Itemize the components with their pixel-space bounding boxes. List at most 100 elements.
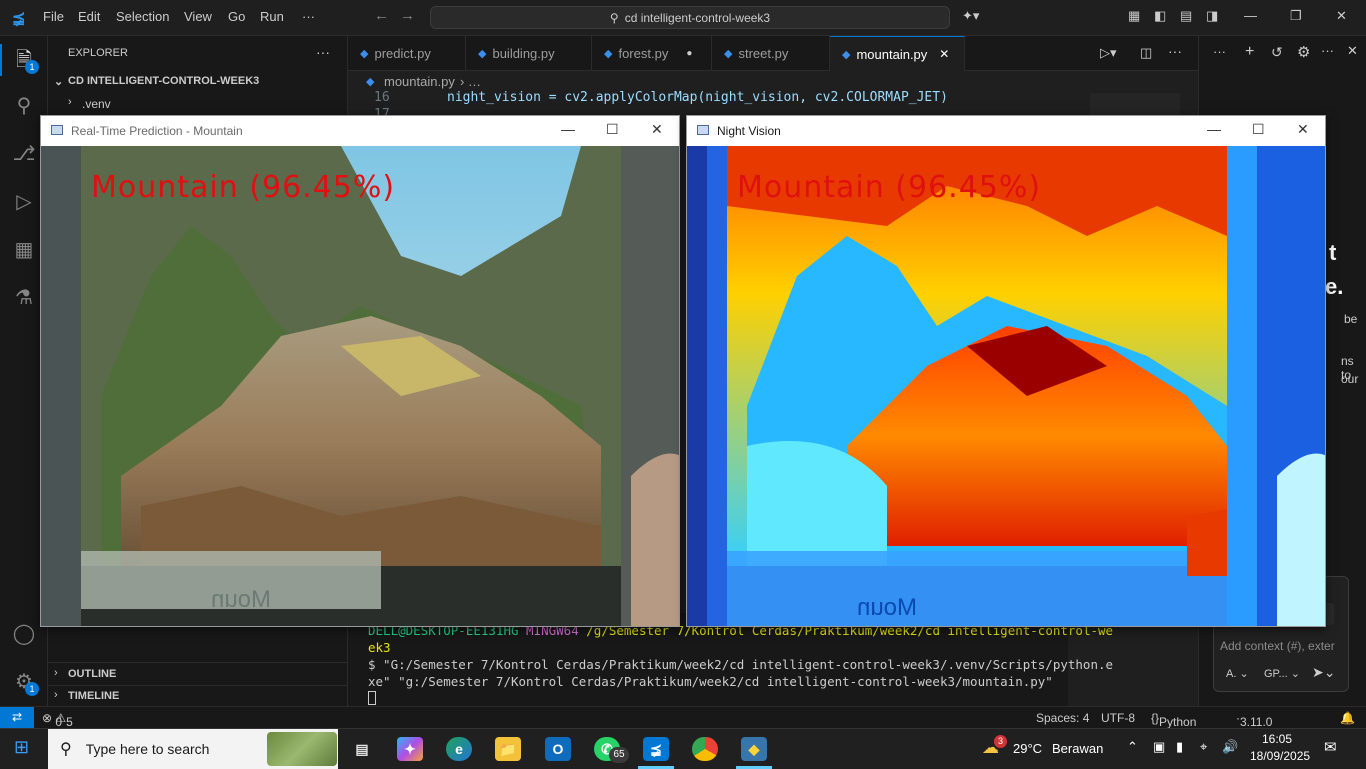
taskbar-search-placeholder[interactable]: Type here to search: [86, 741, 210, 757]
menu-edit[interactable]: Edit: [78, 9, 100, 24]
tab-close-icon[interactable]: ✕: [939, 47, 949, 61]
file-explorer-icon[interactable]: 📁: [495, 737, 521, 761]
explorer-more-icon[interactable]: ···: [316, 44, 330, 60]
chevron-right-icon[interactable]: ›: [68, 96, 72, 108]
chat-heading-fragment: t: [1329, 240, 1337, 265]
night-vision-window-titlebar[interactable]: Night Vision — ☐ ✕: [687, 116, 1325, 146]
python-file-icon: ◆: [360, 48, 369, 60]
minimap[interactable]: [1090, 93, 1180, 117]
night-vision-window-title: Night Vision: [717, 124, 781, 138]
clock-date[interactable]: 18/09/2025: [1250, 749, 1310, 763]
clock-time[interactable]: 16:05: [1262, 732, 1292, 746]
folder-chevron-icon[interactable]: ⌄: [54, 75, 63, 88]
outline-chevron-icon[interactable]: ›: [54, 667, 58, 679]
timeline-section[interactable]: TIMELINE: [68, 690, 119, 702]
encoding-status[interactable]: UTF-8: [1101, 711, 1135, 725]
menu-file[interactable]: File: [43, 9, 64, 24]
outline-section[interactable]: OUTLINE: [68, 668, 116, 680]
volume-icon[interactable]: 🔊: [1222, 739, 1238, 755]
workspace-folder[interactable]: CD INTELLIGENT-CONTROL-WEEK3: [68, 75, 259, 87]
vscode-app-icon[interactable]: ⪵: [643, 737, 669, 761]
chat-heading-fragment: e.: [1325, 274, 1344, 299]
python-app-icon[interactable]: ◆: [741, 737, 767, 761]
breadcrumb-symbol[interactable]: › …: [460, 74, 481, 89]
toggle-secondary-sidebar-icon[interactable]: ◨: [1206, 8, 1218, 24]
battery-icon[interactable]: ▮: [1176, 739, 1183, 755]
maximize-icon[interactable]: ☐: [1252, 121, 1265, 138]
command-center[interactable]: ⚲ cd intelligent-control-week3: [430, 6, 950, 29]
night-vision-window[interactable]: Night Vision — ☐ ✕ Mountain (96.45%) Mou…: [686, 115, 1326, 627]
menu-view[interactable]: View: [184, 9, 212, 24]
chrome-icon[interactable]: [692, 737, 718, 761]
tree-item-venv[interactable]: .venv: [82, 97, 111, 111]
chat-settings-icon[interactable]: ⚙: [1297, 43, 1310, 61]
tab-forest[interactable]: ◆ forest.py ●: [592, 36, 712, 71]
forward-arrow-icon[interactable]: →: [400, 7, 415, 24]
prediction-window[interactable]: Real-Time Prediction - Mountain — ☐ ✕ Mo…: [40, 115, 680, 627]
chat-more-icon[interactable]: ···: [1213, 44, 1226, 59]
menu-more[interactable]: ···: [302, 9, 315, 24]
editor-more-icon[interactable]: ···: [1168, 43, 1182, 59]
problems-indicator[interactable]: ⊗ 0 ⚠ 5: [42, 711, 73, 729]
layout-customize-icon[interactable]: ▦: [1128, 8, 1140, 24]
extensions-icon[interactable]: ▦: [12, 238, 36, 262]
unsaved-dot-icon: ●: [686, 48, 693, 59]
remote-indicator-icon[interactable]: ⇄: [0, 707, 34, 729]
taskbar-search[interactable]: ⚲ Type here to search: [48, 729, 338, 769]
tab-predict[interactable]: ◆ predict.py: [348, 36, 466, 71]
python-interpreter-status[interactable]: · 3.11.0 (.venv): [1236, 711, 1277, 743]
maximize-icon[interactable]: ☐: [606, 121, 619, 138]
wifi-icon[interactable]: ⌖: [1200, 739, 1207, 755]
command-center-label: cd intelligent-control-week3: [624, 10, 771, 25]
minimize-icon[interactable]: —: [561, 121, 575, 137]
menu-go[interactable]: Go: [228, 9, 245, 24]
agent-mode-dropdown[interactable]: A. ⌄: [1226, 667, 1249, 680]
weather-condition[interactable]: Berawan: [1052, 741, 1103, 756]
search-icon[interactable]: ⚲: [12, 94, 36, 118]
model-dropdown[interactable]: GP... ⌄: [1264, 667, 1300, 680]
notification-center-icon[interactable]: ✉: [1324, 738, 1337, 756]
prediction-window-titlebar[interactable]: Real-Time Prediction - Mountain — ☐ ✕: [41, 116, 679, 146]
meet-now-icon[interactable]: ▣: [1153, 739, 1165, 755]
close-icon[interactable]: ✕: [1297, 121, 1309, 138]
windows-start-icon[interactable]: ⊞: [14, 737, 29, 758]
indentation-status[interactable]: Spaces: 4: [1036, 711, 1089, 725]
new-chat-icon[interactable]: +: [1245, 43, 1254, 61]
send-icon[interactable]: ➤⌄: [1312, 664, 1335, 681]
minimize-icon[interactable]: —: [1207, 121, 1221, 137]
temperature[interactable]: 29°C: [1013, 741, 1042, 756]
timeline-chevron-icon[interactable]: ›: [54, 689, 58, 701]
outlook-icon[interactable]: O: [545, 737, 571, 761]
history-icon[interactable]: ↺: [1271, 44, 1283, 61]
run-debug-icon[interactable]: ▷: [12, 190, 36, 214]
back-arrow-icon[interactable]: ←: [374, 7, 389, 24]
chat-close-icon[interactable]: ✕: [1347, 43, 1358, 59]
task-view-icon[interactable]: ▤: [349, 737, 375, 761]
tab-street[interactable]: ◆ street.py: [712, 36, 830, 71]
toggle-sidebar-icon[interactable]: ◧: [1154, 8, 1166, 24]
tab-building[interactable]: ◆ building.py: [466, 36, 592, 71]
language-status[interactable]: {} Python: [1151, 711, 1196, 729]
tray-chevron-icon[interactable]: ⌃: [1127, 739, 1138, 755]
split-editor-icon[interactable]: ◫: [1140, 45, 1152, 61]
tab-mountain[interactable]: ◆ mountain.py ✕: [830, 36, 965, 71]
mirrored-watermark: Moun: [857, 594, 918, 621]
edge-icon[interactable]: e: [446, 737, 472, 761]
run-file-icon[interactable]: ▷▾: [1100, 45, 1117, 61]
account-icon[interactable]: ◯: [12, 622, 36, 646]
copilot-icon[interactable]: ✦▾: [962, 8, 979, 24]
notifications-icon[interactable]: 🔔: [1340, 711, 1355, 725]
chat-input-placeholder[interactable]: Add context (#), exter: [1220, 639, 1335, 653]
toggle-panel-icon[interactable]: ▤: [1180, 8, 1192, 24]
menu-run[interactable]: Run: [260, 9, 284, 24]
testing-icon[interactable]: ⚗: [12, 286, 36, 310]
breadcrumb-file[interactable]: mountain.py: [384, 74, 455, 89]
menu-selection[interactable]: Selection: [116, 9, 169, 24]
source-control-icon[interactable]: ⎇: [12, 142, 36, 166]
restore-icon[interactable]: ❐: [1290, 8, 1302, 24]
copilot-app-icon[interactable]: ✦: [397, 737, 423, 761]
chat-more-actions-icon[interactable]: ···: [1321, 43, 1334, 58]
close-icon[interactable]: ✕: [1336, 8, 1347, 24]
close-icon[interactable]: ✕: [651, 121, 663, 138]
minimize-icon[interactable]: —: [1244, 8, 1257, 23]
